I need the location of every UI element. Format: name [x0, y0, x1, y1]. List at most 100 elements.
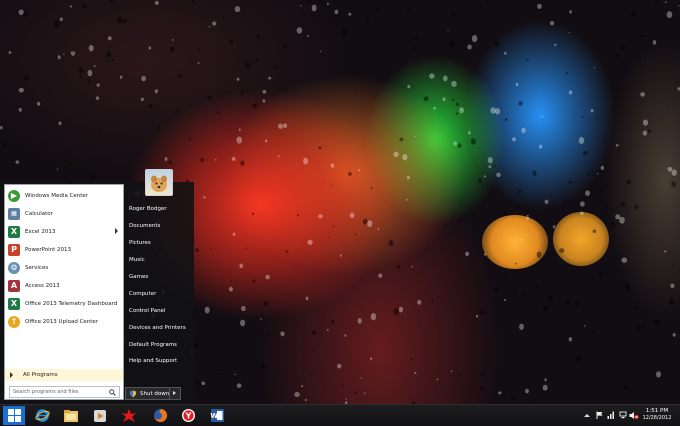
raindrop: [140, 97, 144, 101]
all-programs-button[interactable]: All Programs: [5, 369, 123, 381]
red-app-icon[interactable]: [120, 407, 138, 424]
program-calculator[interactable]: ▦ Calculator: [5, 205, 123, 222]
raindrop: [360, 377, 362, 379]
raindrop: [214, 159, 217, 161]
raindrop: [467, 44, 472, 50]
raindrop: [455, 102, 459, 106]
raindrop: [294, 392, 300, 397]
raindrop: [575, 356, 581, 363]
taskbar-clock[interactable]: 1:51 PM 12/28/2012: [642, 407, 672, 422]
raindrop: [337, 363, 342, 369]
raindrop: [417, 299, 422, 305]
program-powerpoint-2013[interactable]: P PowerPoint 2013: [5, 241, 123, 258]
raindrop: [345, 398, 348, 400]
raindrop: [234, 373, 236, 376]
raindrop: [515, 262, 517, 265]
raindrop: [158, 126, 160, 129]
shutdown-options-arrow-icon[interactable]: [173, 391, 176, 395]
shutdown-button[interactable]: Shut down: [125, 387, 181, 400]
raindrop: [209, 247, 212, 250]
search-input[interactable]: [10, 387, 108, 397]
raindrop: [410, 357, 413, 361]
raindrop: [504, 51, 507, 55]
raindrop: [480, 386, 485, 391]
raindrop: [536, 251, 542, 258]
network-icon[interactable]: [606, 410, 616, 420]
program-excel-2013[interactable]: X Excel 2013: [5, 223, 123, 240]
internet-explorer-icon[interactable]: [33, 407, 51, 424]
program-label: Windows Media Center: [25, 192, 89, 199]
raindrop: [365, 19, 370, 23]
start-item-music[interactable]: Music: [129, 257, 145, 263]
start-item-devices-and-printers[interactable]: Devices and Printers: [129, 325, 186, 331]
search-box[interactable]: [9, 386, 120, 398]
start-item-help-and-support[interactable]: Help and Support: [129, 358, 177, 364]
start-item-default-programs[interactable]: Default Programs: [129, 342, 177, 348]
raindrop: [239, 319, 246, 327]
action-center-flag-icon[interactable]: [594, 410, 604, 420]
program-office-upload-center[interactable]: ↑ Office 2013 Upload Center: [5, 313, 123, 330]
raindrop: [583, 325, 586, 327]
network-wired-icon[interactable]: [618, 410, 628, 420]
program-access-2013[interactable]: A Access 2013: [5, 277, 123, 294]
show-hidden-icons-arrow-icon[interactable]: [583, 410, 591, 420]
raindrop: [363, 392, 366, 394]
raindrop: [344, 334, 347, 337]
program-label: Excel 2013: [25, 228, 56, 235]
raindrop: [236, 77, 240, 81]
raindrop: [79, 75, 82, 79]
raindrop: [503, 210, 508, 216]
raindrop: [549, 21, 555, 26]
raindrop: [58, 121, 62, 126]
start-item-control-panel[interactable]: Control Panel: [129, 308, 165, 314]
raindrop: [312, 348, 314, 351]
raindrop: [18, 107, 22, 112]
start-item-pictures[interactable]: Pictures: [129, 240, 151, 246]
raindrop: [341, 385, 344, 388]
raindrop: [375, 8, 379, 12]
raindrop: [370, 357, 373, 360]
raindrop: [93, 65, 96, 67]
raindrop: [568, 32, 571, 34]
raindrop: [578, 136, 585, 145]
program-services[interactable]: ⚙ Services: [5, 259, 123, 276]
yandex-browser-icon[interactable]: Y: [179, 407, 197, 424]
raindrop: [642, 119, 649, 126]
raindrop: [320, 50, 322, 53]
file-explorer-icon[interactable]: [62, 407, 80, 424]
raindrop: [236, 383, 242, 388]
raindrop: [256, 34, 261, 39]
raindrop: [326, 2, 329, 6]
raindrop: [455, 112, 458, 115]
start-item-user[interactable]: Roger Bodger: [129, 206, 167, 212]
raindrop: [537, 3, 542, 9]
start-item-computer[interactable]: Computer: [129, 291, 156, 297]
raindrop: [283, 44, 287, 49]
program-office-telemetry-dashboard[interactable]: X Office 2013 Telemetry Dashboard: [5, 295, 123, 312]
firefox-icon[interactable]: [151, 407, 169, 424]
raindrop: [280, 331, 285, 337]
raindrop: [654, 320, 660, 326]
raindrop: [585, 190, 590, 196]
raindrop: [228, 286, 233, 292]
raindrop: [331, 319, 335, 324]
raindrop: [252, 279, 256, 283]
raindrop: [532, 170, 537, 176]
start-item-documents[interactable]: Documents: [129, 223, 160, 229]
word-icon[interactable]: W: [208, 407, 226, 424]
raindrop: [458, 218, 462, 221]
start-item-games[interactable]: Games: [129, 274, 148, 280]
program-windows-media-center[interactable]: ▶ Windows Media Center: [5, 187, 123, 204]
media-player-icon[interactable]: [91, 407, 109, 424]
raindrop: [414, 35, 418, 40]
user-avatar[interactable]: [145, 169, 173, 196]
raindrop: [15, 160, 20, 164]
raindrop: [483, 252, 487, 256]
raindrop: [503, 299, 507, 302]
search-icon[interactable]: [108, 388, 116, 396]
raindrop: [229, 40, 234, 45]
raindrop: [308, 0, 312, 4]
start-button[interactable]: [3, 406, 25, 425]
volume-muted-icon[interactable]: [628, 410, 640, 420]
raindrop: [668, 105, 670, 108]
